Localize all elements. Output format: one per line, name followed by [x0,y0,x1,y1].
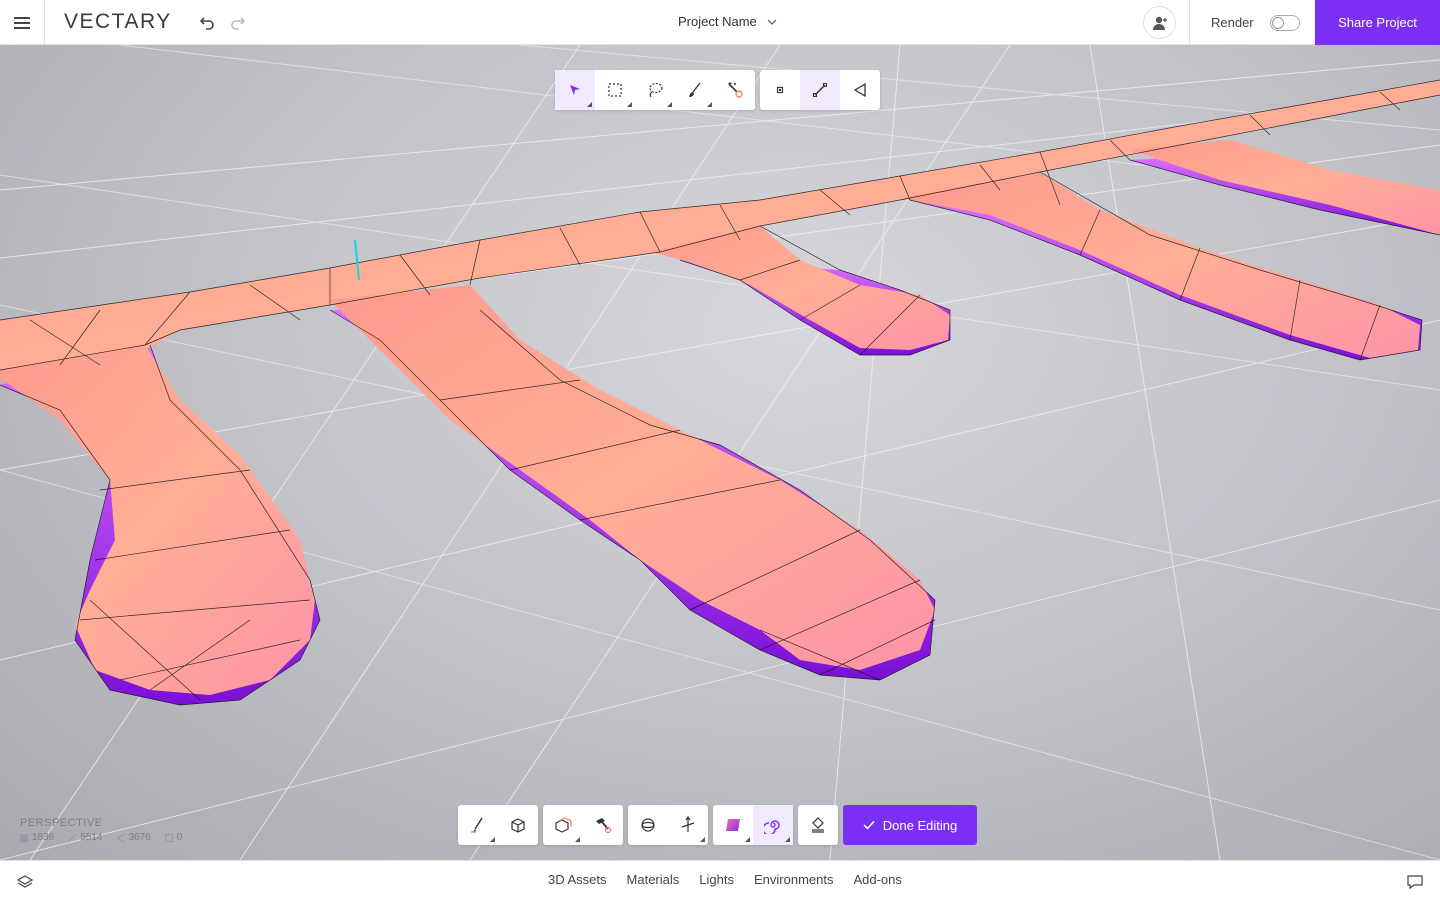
user-icon [1152,16,1167,30]
sculpt-tool-button[interactable] [583,805,623,845]
hammer-icon [596,818,612,834]
nav-materials[interactable]: Materials [627,872,680,887]
library-nav: 3D Assets Materials Lights Environments … [548,872,902,887]
face-count: 3676 [116,832,151,843]
component-mode-toolbar [760,70,880,110]
menu-icon [14,16,30,29]
paint-select-icon [689,82,701,97]
create-tools-group [458,805,538,845]
undo-button[interactable] [197,12,219,34]
scene-canvas [0,45,1440,860]
stamp-tool-button[interactable] [798,805,838,845]
magic-select-icon [728,82,743,98]
face-mode-icon [853,82,866,98]
submenu-indicator [700,837,705,842]
modify-tools-group [543,805,623,845]
nav-lights[interactable]: Lights [699,872,734,887]
nav-3d-assets[interactable]: 3D Assets [548,872,607,887]
magic-select-button[interactable] [715,70,755,110]
submenu-indicator [587,102,592,107]
edge-mode-icon [813,83,827,97]
stamp-icon [812,817,824,833]
render-toggle[interactable] [1270,15,1300,31]
primitive-tool-button[interactable] [498,805,538,845]
divider [1189,0,1190,45]
nav-add-ons[interactable]: Add-ons [853,872,901,887]
done-editing-label: Done Editing [882,817,958,833]
lasso-select-button[interactable] [635,70,675,110]
paint-select-button[interactable] [675,70,715,110]
face-icon [116,833,125,842]
mesh-top-surface [0,80,1440,695]
share-project-button[interactable]: Share Project [1315,0,1440,45]
plane-icon [726,819,740,831]
layers-button[interactable] [15,872,35,892]
extrude-icon [555,817,572,833]
vectary-logo[interactable]: VECTARY [64,10,172,34]
spiral-tool-button[interactable] [753,805,793,845]
render-label: Render [1211,15,1254,30]
submenu-indicator [745,837,750,842]
top-bar: VECTARY Project Name Render Share Projec… [0,0,1440,45]
lasso-select-icon [649,82,663,98]
pen-tool-button[interactable] [458,805,498,845]
material-plane-button[interactable] [713,805,753,845]
edge-count: 5514 [68,832,103,843]
checkmark-icon [863,820,875,830]
select-arrow-icon [570,85,580,95]
project-name-label: Project Name [678,14,757,29]
edge-icon [68,833,77,842]
scene-stats: PERSPECTIVE 1836 5514 3676 0 [20,817,182,843]
submenu-indicator [627,102,632,107]
face-mode-button[interactable] [840,70,880,110]
pen-icon [471,817,483,833]
loop-cut-tool-button[interactable] [628,805,668,845]
cube-icon [511,818,525,833]
vertex-mode-button[interactable] [760,70,800,110]
box-select-button[interactable] [595,70,635,110]
box-select-icon [608,83,622,97]
spiral-icon [764,820,780,834]
axis-icon [681,816,695,832]
stamp-tools-group [798,805,838,845]
vertex-icon [20,833,28,842]
layers-icon [16,875,34,888]
submenu-indicator [575,837,580,842]
chat-button[interactable] [1405,872,1425,892]
vertex-mode-icon [776,86,784,94]
surface-tools-group [713,805,793,845]
submenu-indicator [490,837,495,842]
redo-icon [231,17,245,30]
select-tool-button[interactable] [555,70,595,110]
project-name-dropdown[interactable]: Project Name [678,14,777,29]
bottom-bar: 3D Assets Materials Lights Environments … [0,860,1440,900]
chat-bubble-icon [1407,875,1423,890]
toggle-knob [1272,17,1284,29]
object-count: 0 [164,832,182,843]
transform-tools-group [628,805,708,845]
nav-environments[interactable]: Environments [754,872,833,887]
done-editing-button[interactable]: Done Editing [843,805,977,845]
submenu-indicator [667,102,672,107]
extrude-tool-button[interactable] [543,805,583,845]
3d-viewport[interactable]: PERSPECTIVE 1836 5514 3676 0 Done Editin… [0,45,1440,860]
move-axis-tool-button[interactable] [668,805,708,845]
hamburger-menu-button[interactable] [0,0,45,45]
chevron-down-icon [767,19,777,25]
loop-icon [641,818,655,832]
submenu-indicator [707,102,712,107]
object-icon [164,833,173,842]
submenu-indicator [785,837,790,842]
selection-toolbar [555,70,755,110]
redo-button[interactable] [226,12,248,34]
undo-icon [200,17,214,30]
collaborators-button[interactable] [1143,6,1176,39]
vertex-count: 1836 [20,832,54,843]
edge-mode-button[interactable] [800,70,840,110]
view-mode-label: PERSPECTIVE [20,817,103,829]
